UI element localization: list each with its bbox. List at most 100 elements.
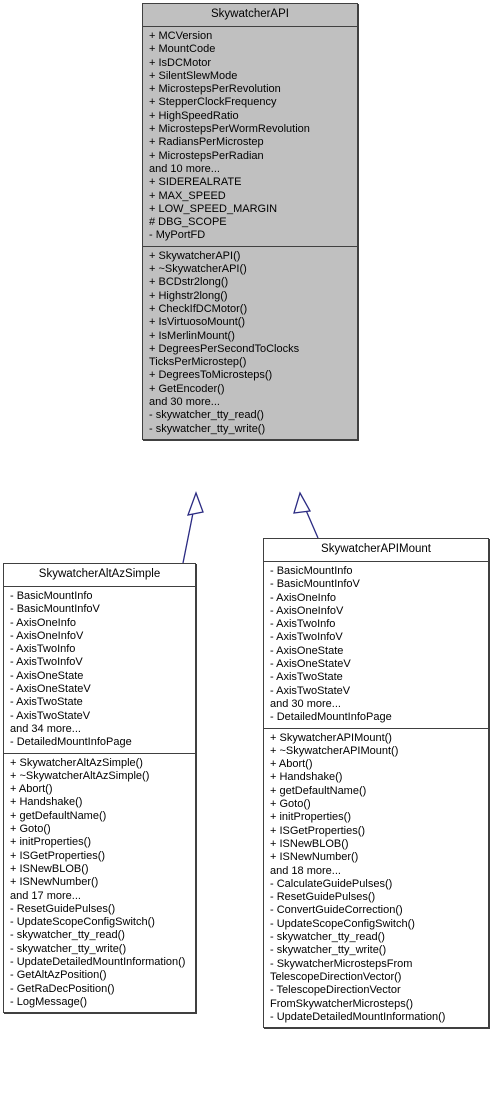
inheritance-edge-left (182, 491, 204, 564)
class-member: - AxisOneInfoV (10, 629, 84, 642)
class-member: - AxisTwoState (270, 671, 343, 684)
class-member: + GetEncoder() (149, 382, 225, 395)
class-member: + SkywatcherAPI() (149, 249, 241, 262)
class-member: - BasicMountInfo (270, 565, 353, 577)
class-member: + ISNewNumber() (10, 876, 99, 889)
class-member: + IsDCMotor (149, 56, 212, 69)
class-member: - UpdateScopeConfigSwitch() (270, 917, 415, 930)
class-member: + ~SkywatcherAPIMount() (270, 744, 399, 757)
class-member: - skywatcher_tty_read() (270, 931, 385, 944)
class-member: - UpdateDetailedMountInformation() (10, 956, 186, 969)
class-member: - AxisTwoStateV (270, 684, 351, 697)
class-member: - AxisOneInfoV (270, 604, 344, 617)
class-member: + MCVersion (149, 30, 213, 42)
class-title-skywatcherapimount: SkywatcherAPIMount (264, 539, 488, 562)
class-member: + Goto() (10, 823, 51, 836)
class-member: + Abort() (10, 783, 53, 796)
methods-compartment-skywatcherapimount: + SkywatcherAPIMount() + ~SkywatcherAPIMo… (264, 729, 488, 1028)
inheritance-edge-right (293, 491, 319, 539)
class-member: + CheckIfDCMotor() (149, 302, 248, 315)
class-member: + DegreesToMicrosteps() (149, 369, 273, 382)
class-member: - AxisOneStateV (270, 658, 351, 671)
class-member: and 34 more... (10, 722, 81, 735)
class-member: - AxisTwoInfoV (10, 656, 83, 669)
class-member: + ISGetProperties() (270, 824, 366, 837)
class-member: - AxisOneInfo (10, 616, 77, 629)
class-box-skywatcherapimount[interactable]: SkywatcherAPIMount - BasicMountInfo - Bas… (263, 538, 489, 1029)
class-member: + StepperClockFrequency (149, 96, 277, 109)
class-member: + SIDEREALRATE (149, 176, 242, 189)
class-member: + SilentSlewMode (149, 69, 238, 82)
class-member: - skywatcher_tty_read() (149, 409, 264, 422)
class-member: - skywatcher_tty_write() (270, 944, 387, 957)
class-member: + getDefaultName() (270, 784, 367, 797)
class-member: - AxisTwoInfo (10, 643, 76, 656)
class-box-skywatcheraltazsimple[interactable]: SkywatcherAltAzSimple - BasicMountInfo - … (3, 563, 196, 1014)
methods-compartment-skywatcherapi: + SkywatcherAPI() + ~SkywatcherAPI() + BCD… (143, 247, 357, 439)
class-box-skywatcherapi[interactable]: SkywatcherAPI + MCVersion + MountCode + Is… (142, 3, 358, 440)
class-member: - skywatcher_tty_read() (10, 929, 125, 942)
class-member: - BasicMountInfo (10, 590, 93, 602)
class-member: + ISNewBLOB() (270, 837, 349, 850)
methods-compartment-skywatcheraltazsimple: + SkywatcherAltAzSimple() + ~SkywatcherAl… (4, 754, 195, 1013)
class-member: - UpdateDetailedMountInformation() (270, 1010, 446, 1023)
class-member: - AxisOneState (270, 644, 344, 657)
class-member: and 30 more... (149, 396, 220, 409)
class-member: - AxisTwoState (10, 696, 83, 709)
class-member: - AxisOneState (10, 669, 84, 682)
class-title-skywatcherapi: SkywatcherAPI (143, 4, 357, 27)
class-member: - DetailedMountInfoPage (270, 711, 392, 724)
attributes-compartment-skywatcherapimount: - BasicMountInfo - BasicMountInfoV - AxisO… (264, 562, 488, 729)
class-member: + initProperties() (10, 836, 92, 849)
class-member: and 18 more... (270, 864, 341, 877)
class-member: - CalculateGuidePulses() (270, 877, 393, 890)
class-member: # DBG_SCOPE (149, 216, 227, 229)
class-member: + MicrostepsPerWormRevolution (149, 123, 310, 136)
class-member: + MountCode (149, 43, 216, 56)
class-member: + MAX_SPEED (149, 189, 226, 202)
class-member: and 10 more... (149, 162, 220, 175)
class-title-skywatcheraltazsimple: SkywatcherAltAzSimple (4, 564, 195, 587)
class-member: + IsVirtuosoMount() (149, 316, 246, 329)
attributes-compartment-skywatcherapi: + MCVersion + MountCode + IsDCMotor + Silen… (143, 27, 357, 247)
class-member: - ConvertGuideCorrection() (270, 904, 403, 917)
class-member: - BasicMountInfoV (10, 603, 100, 616)
class-member: - GetAltAzPosition() (10, 969, 107, 982)
class-member: + ISNewNumber() (270, 851, 359, 864)
class-member: + IsMerlinMount() (149, 329, 235, 342)
uml-class-diagram: SkywatcherAPI + MCVersion + MountCode + Is… (0, 0, 501, 1093)
class-member: - skywatcher_tty_write() (10, 942, 127, 955)
class-member: + MicrostepsPerRevolution (149, 83, 281, 96)
class-member: and 17 more... (10, 889, 81, 902)
class-member: - DetailedMountInfoPage (10, 736, 132, 749)
class-member: - GetRaDecPosition() (10, 982, 115, 995)
class-member: + Highstr2long() (149, 289, 228, 302)
class-member: - MyPortFD (149, 229, 206, 242)
class-member: + Handshake() (270, 771, 343, 784)
class-member: + SkywatcherAPIMount() (270, 731, 392, 744)
class-member: - SkywatcherMicrostepsFrom TelescopeDire… (270, 957, 413, 983)
class-member: + Abort() (270, 758, 313, 771)
class-member: - BasicMountInfoV (270, 578, 360, 591)
class-member: + RadiansPerMicrostep (149, 136, 264, 149)
class-member: + SkywatcherAltAzSimple() (10, 756, 143, 769)
class-member: + BCDstr2long() (149, 276, 229, 289)
class-member: - ResetGuidePulses() (10, 902, 116, 915)
class-member: + ISNewBLOB() (10, 862, 89, 875)
class-member: and 30 more... (270, 697, 341, 710)
class-member: + getDefaultName() (10, 809, 107, 822)
class-member: - ResetGuidePulses() (270, 891, 376, 904)
class-member: - LogMessage() (10, 995, 88, 1008)
attributes-compartment-skywatcheraltazsimple: - BasicMountInfo - BasicMountInfoV - AxisO… (4, 587, 195, 754)
class-member: - TelescopeDirectionVector FromSkywatche… (270, 984, 414, 1010)
class-member: + DegreesPerSecondToClocks TicksPerMicro… (149, 342, 300, 369)
class-member: + MicrostepsPerRadian (149, 149, 264, 162)
class-member: + Handshake() (10, 796, 83, 809)
class-member: + Goto() (270, 798, 311, 811)
class-member: - AxisTwoInfoV (270, 631, 343, 644)
class-member: - AxisOneInfo (270, 591, 337, 604)
class-member: - AxisTwoInfo (270, 618, 336, 631)
class-member: + LOW_SPEED_MARGIN (149, 202, 278, 215)
class-member: + initProperties() (270, 811, 352, 824)
class-member: - UpdateScopeConfigSwitch() (10, 916, 155, 929)
